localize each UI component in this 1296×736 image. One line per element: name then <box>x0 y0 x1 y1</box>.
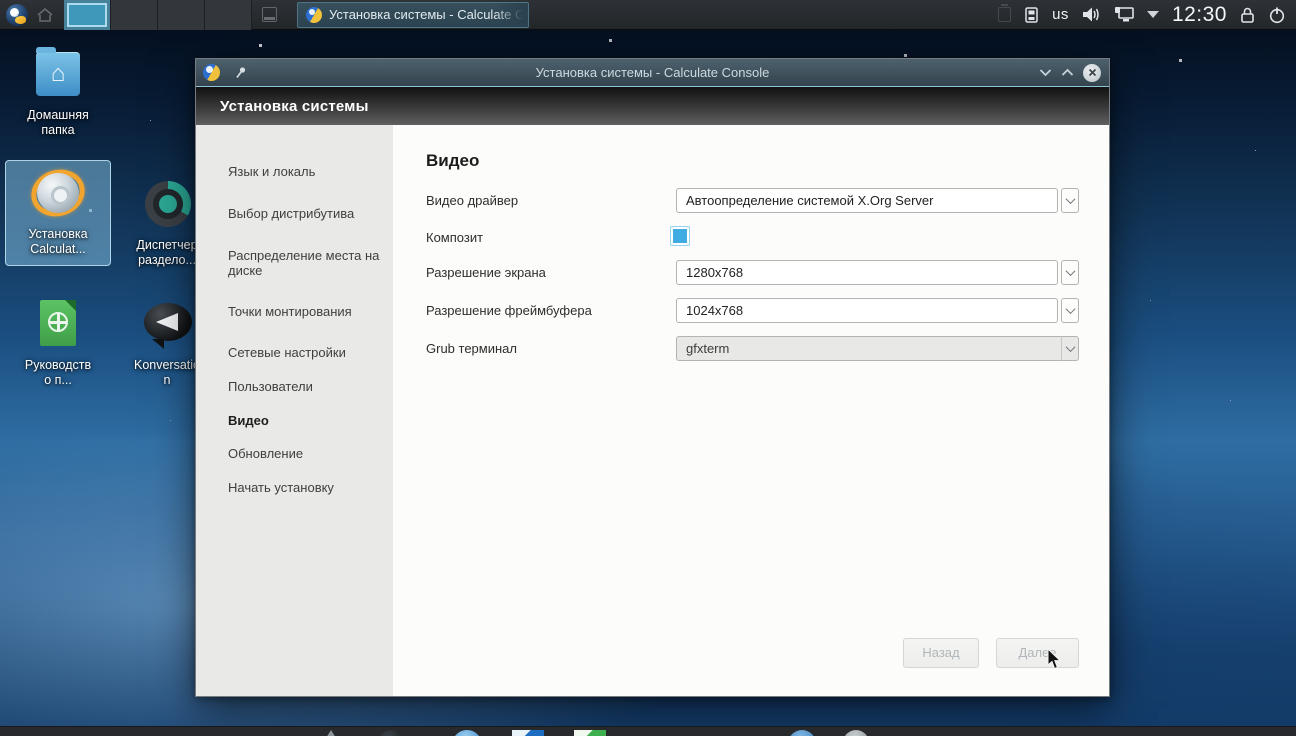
home-folder-icon: ⌂ <box>30 48 86 100</box>
sidebar-item-disk-layout[interactable]: Распределение места на диске <box>228 248 383 278</box>
install-cd-icon <box>30 167 86 219</box>
sidebar-item-video[interactable]: Видео <box>228 413 383 428</box>
sidebar-item-network[interactable]: Сетевые настройки <box>228 345 383 360</box>
handbook-icon <box>30 298 86 350</box>
konversation-icon <box>139 298 195 350</box>
page-title: Видео <box>426 151 479 171</box>
screen-resolution-select[interactable]: 1280x768 <box>676 260 1079 285</box>
sidebar-item-users[interactable]: Пользователи <box>228 379 383 394</box>
header-title: Установка системы <box>220 98 369 115</box>
screen-resolution-value: 1280x768 <box>676 260 1058 285</box>
home-icon[interactable] <box>36 6 54 24</box>
workspace-2[interactable] <box>111 0 158 30</box>
bottom-dock-strip <box>0 726 1296 736</box>
taskbar-entry-fade <box>494 3 528 27</box>
dock-green-app-icon <box>574 730 606 736</box>
sidebar-item-distribution[interactable]: Выбор дистрибутива <box>228 206 383 221</box>
window-title: Установка системы - Calculate Console <box>196 65 1109 80</box>
sidebar-item-start-install[interactable]: Начать установку <box>228 480 383 495</box>
checkbox-checked-mark <box>673 229 687 243</box>
dock-blue-circle-icon <box>788 730 816 736</box>
close-button[interactable] <box>1083 64 1101 82</box>
framebuffer-resolution-value: 1024x768 <box>676 298 1058 323</box>
window-titlebar[interactable]: Установка системы - Calculate Console <box>196 59 1109 87</box>
workspace-4[interactable] <box>205 0 252 30</box>
chevron-down-icon[interactable] <box>1061 298 1079 323</box>
video-driver-select[interactable]: Автоопределение системой X.Org Server <box>676 188 1079 213</box>
keyboard-layout-indicator[interactable]: us <box>1052 6 1069 23</box>
grub-terminal-select: gfxterm <box>676 336 1079 361</box>
dock-cursor-icon <box>326 730 336 736</box>
sidebar-item-mount-points[interactable]: Точки монтирования <box>228 304 383 319</box>
maximize-button[interactable] <box>1061 68 1074 77</box>
composite-label: Композит <box>426 225 483 250</box>
power-icon[interactable] <box>1268 6 1286 24</box>
workspace-3[interactable] <box>158 0 205 30</box>
minimize-button[interactable] <box>1039 68 1052 77</box>
video-driver-label: Видео драйвер <box>426 188 518 213</box>
trash-icon[interactable] <box>998 7 1011 22</box>
lock-icon[interactable] <box>1240 6 1255 24</box>
framebuffer-resolution-label: Разрешение фреймбуфера <box>426 298 592 323</box>
sidebar-item-update[interactable]: Обновление <box>228 446 383 461</box>
app-launcher-icon[interactable] <box>6 4 28 26</box>
icon-label: Домашняяпапка <box>5 108 111 138</box>
chevron-down-icon <box>1061 336 1079 361</box>
installer-window: Установка системы - Calculate Console Ус… <box>195 58 1110 697</box>
video-driver-value: Автоопределение системой X.Org Server <box>676 188 1058 213</box>
clock[interactable]: 12:30 <box>1172 3 1227 27</box>
icon-label: УстановкаCalculat... <box>6 227 110 257</box>
close-icon <box>1088 68 1097 77</box>
workspace-pager <box>64 0 252 30</box>
taskbar-entry-icon <box>306 7 322 23</box>
show-desktop-button[interactable] <box>262 7 277 22</box>
window-header: Установка системы <box>196 87 1109 125</box>
dock-blue-sphere-icon <box>452 730 482 736</box>
video-settings-pane: Видео Видео драйвер Автоопределение сист… <box>393 125 1109 696</box>
next-button[interactable]: Далее <box>996 638 1079 668</box>
desktop-icon-install-calculate[interactable]: УстановкаCalculat... <box>5 160 111 266</box>
back-button[interactable]: Назад <box>903 638 979 668</box>
device-notifier-icon[interactable] <box>1024 7 1039 23</box>
grub-terminal-label: Grub терминал <box>426 336 517 361</box>
sidebar-item-language[interactable]: Язык и локаль <box>228 164 383 179</box>
system-tray: us 12:30 <box>998 3 1296 27</box>
desktop-icon-home-folder[interactable]: ⌂ Домашняяпапка <box>5 48 111 138</box>
workspace-1[interactable] <box>64 0 111 30</box>
desktop-icon-handbook[interactable]: Руководство п... <box>5 298 111 388</box>
network-icon[interactable] <box>1114 6 1134 23</box>
grub-terminal-value: gfxterm <box>676 336 1061 361</box>
screen-resolution-label: Разрешение экрана <box>426 260 546 285</box>
taskbar-entry[interactable]: Установка системы - Calculate Co <box>297 2 529 28</box>
partition-manager-icon <box>139 178 195 230</box>
mouse-cursor <box>1047 648 1062 670</box>
dock-dark-icon <box>378 730 404 736</box>
chevron-down-icon[interactable] <box>1061 188 1079 213</box>
composite-checkbox[interactable] <box>670 226 690 246</box>
icon-label: Руководство п... <box>5 358 111 388</box>
volume-icon[interactable] <box>1082 6 1101 23</box>
top-panel: Установка системы - Calculate Co us 12:3… <box>0 0 1296 30</box>
chevron-down-icon[interactable] <box>1061 260 1079 285</box>
installer-steps-sidebar: Язык и локаль Выбор дистрибутива Распред… <box>196 125 393 696</box>
dock-blue-app-icon <box>512 730 544 736</box>
dock-gray-circle-icon <box>843 730 869 736</box>
framebuffer-resolution-select[interactable]: 1024x768 <box>676 298 1079 323</box>
tray-expander-icon[interactable] <box>1147 11 1159 18</box>
